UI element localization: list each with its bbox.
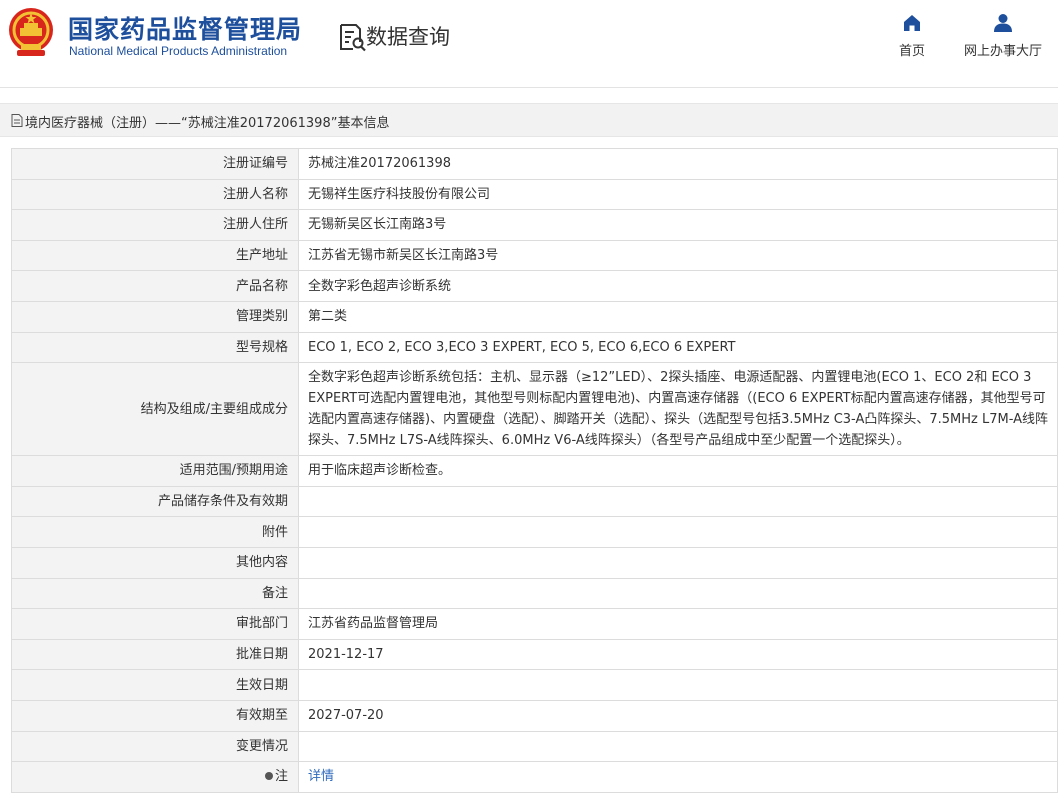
table-row: 注册人名称 无锡祥生医疗科技股份有限公司 (11, 178, 1058, 211)
registration-info-table: 注册证编号 苏械注准20172061398 注册人名称 无锡祥生医疗科技股份有限… (11, 148, 1058, 793)
field-value (298, 669, 1058, 701)
bullet-icon (264, 772, 273, 781)
table-row: 注册人住所 无锡新吴区长江南路3号 (11, 209, 1058, 241)
site-header: 国家药品监督管理局 National Medical Products Admi… (0, 0, 1058, 88)
field-label: 产品储存条件及有效期 (11, 485, 299, 518)
table-row: 有效期至 2027-07-20 (11, 699, 1058, 732)
breadcrumb-text: 境内医疗器械（注册）——“苏械注准20172061398”基本信息 (25, 116, 390, 131)
field-label: 生产地址 (11, 239, 299, 272)
data-query-label: 数据查询 (366, 25, 450, 49)
field-value: ECO 1, ECO 2, ECO 3,ECO 3 EXPERT, ECO 5,… (298, 331, 1058, 364)
field-value: 全数字彩色超声诊断系统包括：主机、显示器（≥12”LED）、2探头插座、电源适配… (298, 362, 1058, 457)
table-row: 备注 (11, 577, 1058, 610)
data-query-icon (340, 24, 366, 52)
table-row: 注 详情 (11, 761, 1058, 793)
field-label: 管理类别 (11, 300, 299, 333)
table-row: 生效日期 (11, 669, 1058, 701)
field-label: 适用范围/预期用途 (11, 455, 299, 487)
field-value: 第二类 (298, 300, 1058, 333)
field-value: 全数字彩色超声诊断系统 (298, 270, 1058, 302)
document-icon (11, 114, 23, 127)
field-value: 无锡新吴区长江南路3号 (298, 209, 1058, 241)
field-label: 附件 (11, 516, 299, 548)
nav-home-label: 首页 (898, 44, 925, 59)
table-row: 产品储存条件及有效期 (11, 485, 1058, 518)
field-label: 批准日期 (11, 638, 299, 671)
nav-home[interactable]: 首页 (893, 12, 931, 59)
table-row: 产品名称 全数字彩色超声诊断系统 (11, 270, 1058, 302)
field-value (298, 485, 1058, 518)
field-label: 备注 (11, 577, 299, 610)
field-label: 有效期至 (11, 699, 299, 732)
table-row: 生产地址 江苏省无锡市新吴区长江南路3号 (11, 239, 1058, 272)
nav-online-office-label: 网上办事大厅 (963, 44, 1042, 59)
user-icon (994, 14, 1012, 32)
field-value (298, 730, 1058, 763)
table-row: 附件 (11, 516, 1058, 548)
table-row: 适用范围/预期用途 用于临床超声诊断检查。 (11, 455, 1058, 487)
table-row: 批准日期 2021-12-17 (11, 638, 1058, 671)
national-emblem-icon (9, 8, 53, 56)
detail-link[interactable]: 详情 (308, 769, 334, 784)
field-value: 2027-07-20 (298, 699, 1058, 732)
field-value: 苏械注准20172061398 (298, 148, 1058, 180)
field-value: 用于临床超声诊断检查。 (298, 455, 1058, 487)
field-label: 注册证编号 (11, 148, 299, 180)
field-value: 2021-12-17 (298, 638, 1058, 671)
field-value: 无锡祥生医疗科技股份有限公司 (298, 178, 1058, 211)
field-label: 审批部门 (11, 608, 299, 640)
field-label: 注册人名称 (11, 178, 299, 211)
table-row: 变更情况 (11, 730, 1058, 763)
field-value (298, 577, 1058, 610)
field-label: 注册人住所 (11, 209, 299, 241)
field-value: 江苏省无锡市新吴区长江南路3号 (298, 239, 1058, 272)
table-row: 其他内容 (11, 546, 1058, 579)
site-subtitle: National Medical Products Administration (69, 44, 288, 58)
field-label: 生效日期 (11, 669, 299, 701)
field-label: 结构及组成/主要组成成分 (11, 362, 299, 457)
field-value: 江苏省药品监督管理局 (298, 608, 1058, 640)
note-label-cell: 注 (11, 761, 299, 793)
field-label: 型号规格 (11, 331, 299, 364)
field-label: 产品名称 (11, 270, 299, 302)
table-row: 审批部门 江苏省药品监督管理局 (11, 608, 1058, 640)
table-row: 型号规格 ECO 1, ECO 2, ECO 3,ECO 3 EXPERT, E… (11, 331, 1058, 364)
home-icon (904, 15, 920, 31)
note-value-cell: 详情 (298, 761, 1058, 793)
table-row: 注册证编号 苏械注准20172061398 (11, 148, 1058, 180)
field-label: 变更情况 (11, 730, 299, 763)
note-label: 注 (274, 769, 288, 785)
site-title: 国家药品监督管理局 (68, 15, 303, 44)
field-value (298, 546, 1058, 579)
breadcrumb: 境内医疗器械（注册）——“苏械注准20172061398”基本信息 (0, 103, 1058, 137)
field-value (298, 516, 1058, 548)
field-label: 其他内容 (11, 546, 299, 579)
table-row: 管理类别 第二类 (11, 300, 1058, 333)
nav-online-office[interactable]: 网上办事大厅 (960, 12, 1046, 59)
table-row: 结构及组成/主要组成成分 全数字彩色超声诊断系统包括：主机、显示器（≥12”LE… (11, 362, 1058, 457)
